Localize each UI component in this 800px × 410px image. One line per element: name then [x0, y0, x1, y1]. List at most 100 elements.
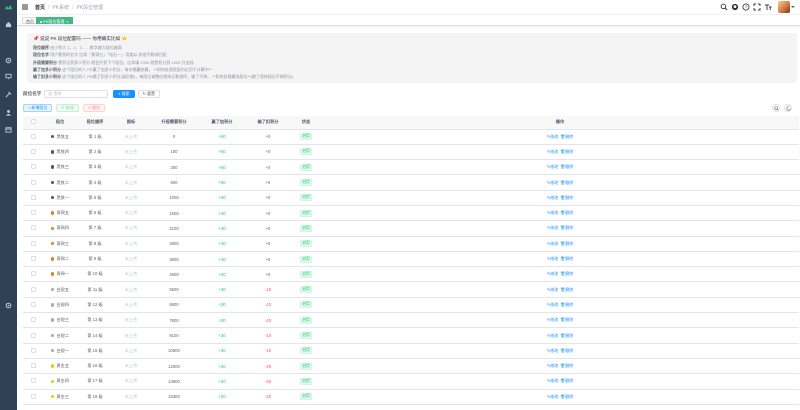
edit-row-button[interactable]: ✎修改: [547, 210, 558, 215]
sidebar-pk-icon[interactable]: [5, 126, 12, 133]
sidebar-settings-icon[interactable]: [5, 302, 12, 309]
edit-row-button[interactable]: ✎修改: [547, 241, 558, 246]
edit-row-button[interactable]: ✎修改: [547, 225, 558, 230]
row-select-cell[interactable]: [23, 236, 43, 252]
fullscreen-icon[interactable]: [753, 3, 761, 11]
delete-row-button[interactable]: 🗑删除: [560, 378, 573, 383]
delete-row-button[interactable]: 🗑删除: [560, 333, 573, 338]
sidebar-user-icon[interactable]: [5, 109, 12, 116]
rank-name-input[interactable]: 段 置单: [44, 89, 109, 98]
delete-row-button[interactable]: 🗑删除: [560, 317, 573, 322]
delete-row-button[interactable]: 🗑删除: [560, 287, 573, 292]
row-checkbox[interactable]: [30, 378, 36, 384]
edit-row-button[interactable]: ✎修改: [547, 378, 558, 383]
hamburger-icon[interactable]: [21, 3, 29, 11]
row-select-cell[interactable]: [23, 251, 43, 268]
row-checkbox[interactable]: [30, 271, 36, 277]
delete-row-button[interactable]: 🗑删除: [560, 271, 573, 276]
table-row[interactable]: 白银二 第 14 级未上传 9100 +30 -10 启用 ✎修改 🗑删除: [23, 327, 799, 344]
edit-row-button[interactable]: ✎修改: [547, 287, 558, 292]
row-checkbox[interactable]: [30, 347, 36, 353]
row-checkbox[interactable]: [30, 301, 36, 307]
edit-row-button[interactable]: ✎修改: [547, 271, 558, 276]
delete-row-button[interactable]: 🗑删除: [560, 164, 573, 169]
row-checkbox[interactable]: [30, 363, 36, 369]
logo-icon[interactable]: [4, 3, 13, 12]
row-select-cell[interactable]: [23, 373, 43, 390]
refresh-table-icon[interactable]: [784, 104, 792, 112]
row-select-cell[interactable]: [23, 174, 43, 191]
tag-pk-rank[interactable]: PK段位管理 ×: [36, 17, 73, 24]
row-checkbox[interactable]: [30, 225, 36, 231]
table-row[interactable]: 黄金四 第 17 级未上传 13600 +20 -20 启用 ✎修改 🗑删除: [23, 373, 799, 390]
breadcrumb-home[interactable]: 首页: [35, 5, 45, 11]
row-checkbox[interactable]: [30, 194, 36, 200]
caret-down-icon[interactable]: [791, 6, 795, 8]
row-select-cell[interactable]: [23, 220, 43, 237]
row-select-cell[interactable]: [23, 343, 43, 359]
row-checkbox[interactable]: [30, 179, 36, 185]
row-checkbox[interactable]: [30, 133, 36, 139]
sidebar-tool-icon[interactable]: [5, 91, 12, 98]
help-icon[interactable]: ?: [742, 3, 750, 11]
table-row[interactable]: 黑铁二 第 4 级未上传 600 +50 +0 启用 ✎修改 🗑删除: [23, 174, 799, 191]
table-row[interactable]: 青铜三 第 8 级未上传 2800 +40 +0 启用 ✎修改 🗑删除: [23, 236, 799, 252]
table-row[interactable]: 白银五 第 11 级未上传 5500 +30 -10 启用 ✎修改 🗑删除: [23, 281, 799, 298]
row-select-cell[interactable]: [23, 281, 43, 298]
table-row[interactable]: 白银一 第 15 级未上传 10500 +30 -10 启用 ✎修改 🗑删除: [23, 343, 799, 359]
github-icon[interactable]: [731, 3, 739, 11]
add-rank-button[interactable]: + 新增段位: [23, 104, 53, 112]
row-select-cell[interactable]: [23, 389, 43, 405]
row-select-cell[interactable]: [23, 312, 43, 329]
table-row[interactable]: 青铜四 第 7 级未上传 2100 +40 +0 启用 ✎修改 🗑删除: [23, 220, 799, 237]
row-checkbox[interactable]: [30, 393, 36, 399]
row-select-cell[interactable]: [23, 129, 43, 145]
edit-row-button[interactable]: ✎修改: [547, 394, 558, 399]
row-select-cell[interactable]: [23, 190, 43, 206]
row-select-cell[interactable]: [23, 159, 43, 176]
table-row[interactable]: 黑铁四 第 2 级未上传 100 +60 +0 启用 ✎修改 🗑删除: [23, 144, 799, 161]
edit-row-button[interactable]: ✎修改: [547, 363, 558, 368]
delete-row-button[interactable]: 🗑删除: [560, 210, 573, 215]
delete-row-button[interactable]: 🗑删除: [560, 180, 573, 185]
table-row[interactable]: 黄金三 第 18 级未上传 15300 +20 -20 启用 ✎修改 🗑删除: [23, 389, 799, 405]
delete-button[interactable]: ✕ 删除: [82, 104, 106, 112]
table-row[interactable]: 青铜五 第 6 级未上传 1500 +40 +0 启用 ✎修改 🗑删除: [23, 205, 799, 222]
edit-row-button[interactable]: ✎修改: [547, 180, 558, 185]
edit-row-button[interactable]: ✎修改: [547, 348, 558, 353]
sidebar-monitor-icon[interactable]: [5, 73, 12, 80]
row-checkbox[interactable]: [30, 256, 36, 262]
row-checkbox[interactable]: [30, 240, 36, 246]
row-checkbox[interactable]: [30, 317, 36, 323]
delete-row-button[interactable]: 🗑删除: [560, 241, 573, 246]
row-select-cell[interactable]: [23, 205, 43, 222]
delete-row-button[interactable]: 🗑删除: [560, 195, 573, 200]
edit-button[interactable]: ✎ 修改: [56, 104, 79, 112]
delete-row-button[interactable]: 🗑删除: [560, 256, 573, 261]
row-checkbox[interactable]: [30, 148, 36, 154]
close-icon[interactable]: ×: [66, 19, 68, 24]
delete-row-button[interactable]: 🗑删除: [560, 363, 573, 368]
toggle-search-icon[interactable]: [772, 104, 780, 112]
select-all-checkbox[interactable]: [30, 119, 36, 125]
delete-row-button[interactable]: 🗑删除: [560, 348, 573, 353]
edit-row-button[interactable]: ✎修改: [547, 134, 558, 139]
delete-row-button[interactable]: 🗑删除: [560, 302, 573, 307]
table-row[interactable]: 黑铁一 第 5 级未上传 1000 +50 +0 启用 ✎修改 🗑删除: [23, 190, 799, 206]
search-button[interactable]: ⌕ 搜索: [113, 89, 135, 98]
reset-button[interactable]: ↻ 重置: [137, 89, 160, 98]
font-size-icon[interactable]: [764, 3, 772, 11]
row-checkbox[interactable]: [30, 332, 36, 338]
sidebar-home-icon[interactable]: [5, 21, 12, 28]
delete-row-button[interactable]: 🗑删除: [560, 134, 573, 139]
table-row[interactable]: 青铜一 第 10 级未上传 4500 +40 +0 启用 ✎修改 🗑删除: [23, 266, 799, 283]
delete-row-button[interactable]: 🗑删除: [560, 225, 573, 230]
row-checkbox[interactable]: [30, 210, 36, 216]
sidebar-system-icon[interactable]: [5, 57, 12, 64]
table-row[interactable]: 白银四 第 12 级未上传 6600 +30 -10 启用 ✎修改 🗑删除: [23, 297, 799, 314]
row-select-cell[interactable]: [23, 266, 43, 283]
table-row[interactable]: 黑铁五 第 1 级未上传 0 +60 +0 启用 ✎修改 🗑删除: [23, 129, 799, 145]
row-checkbox[interactable]: [30, 286, 36, 292]
edit-row-button[interactable]: ✎修改: [547, 256, 558, 261]
table-row[interactable]: 黄金五 第 16 级未上传 12000 +20 -20 启用 ✎修改 🗑删除: [23, 358, 799, 375]
